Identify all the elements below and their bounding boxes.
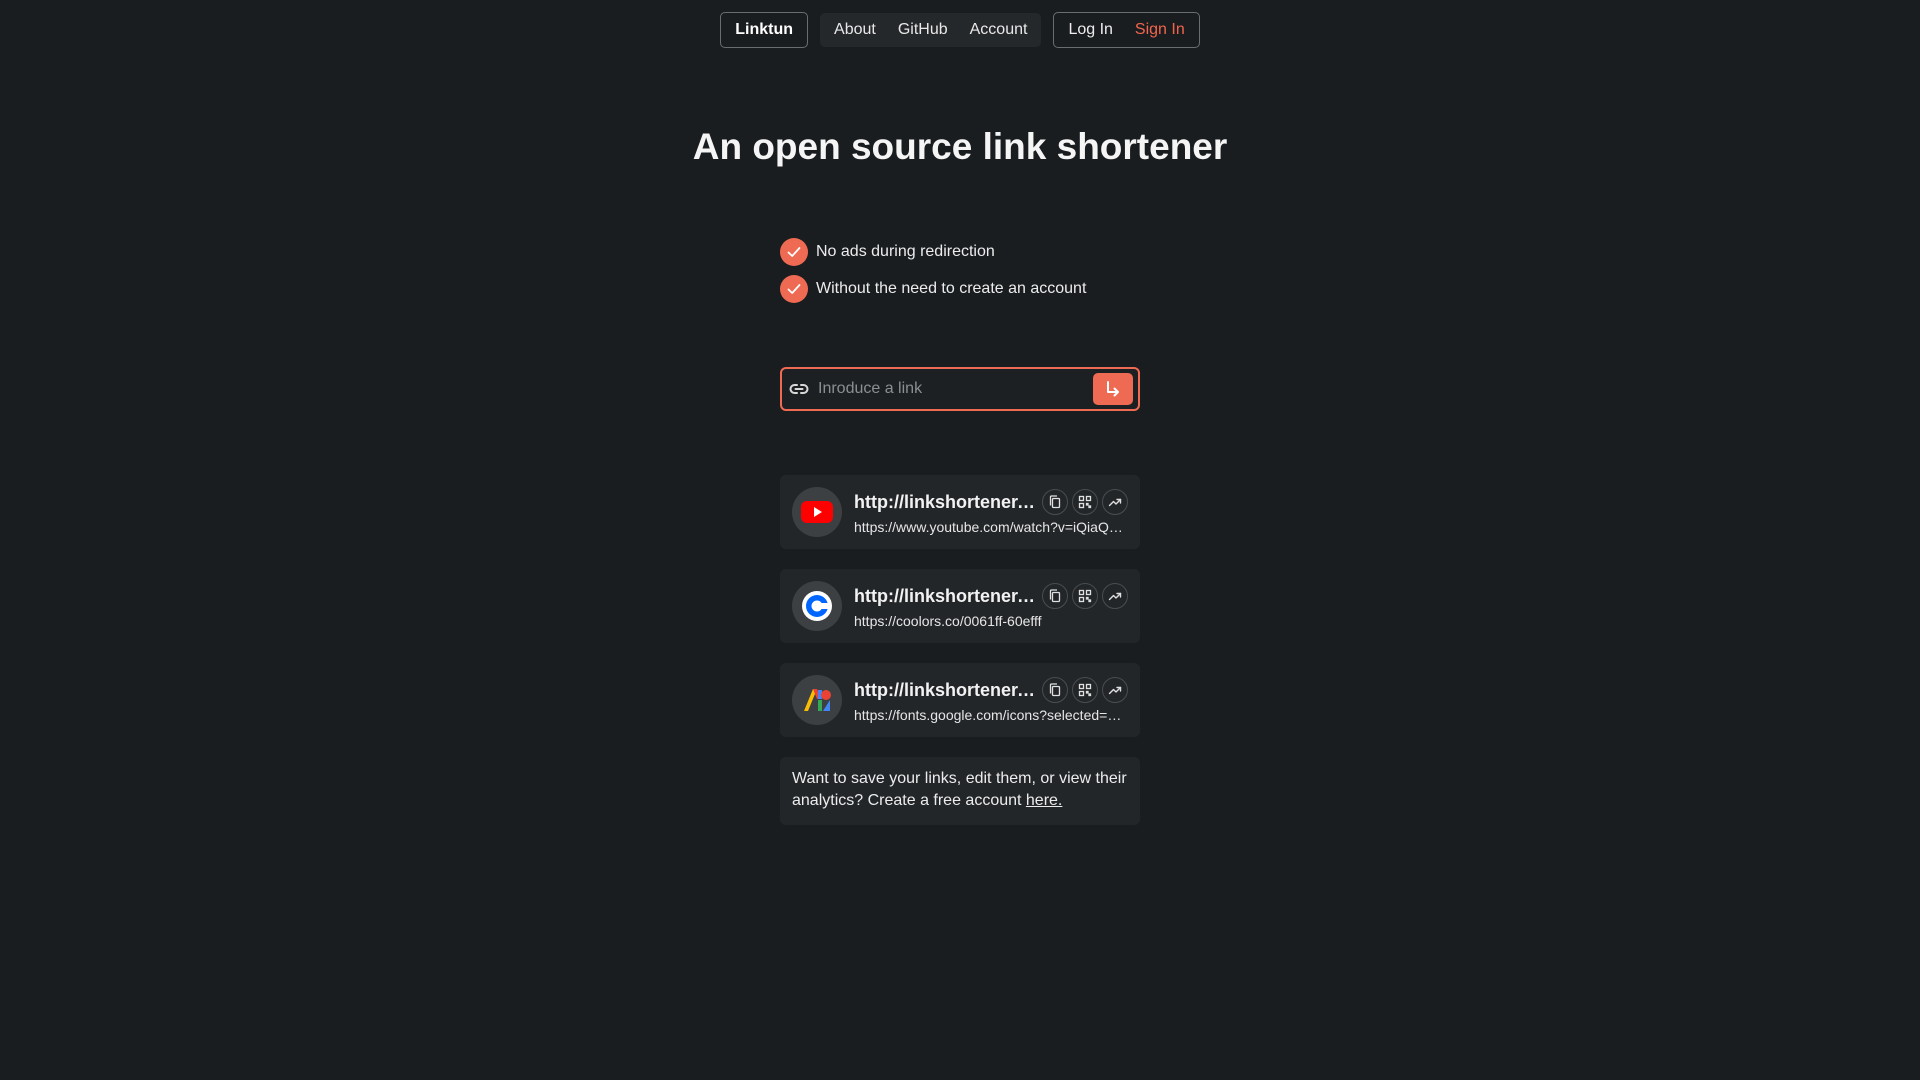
qr-code-button[interactable] xyxy=(1072,583,1098,609)
copy-icon xyxy=(1049,683,1061,697)
google-fonts-icon xyxy=(792,675,842,725)
link-card-body: http://linkshortener.app/ghi https://fon… xyxy=(854,677,1128,723)
link-card-body: http://linkshortener.app/def https://coo… xyxy=(854,583,1128,629)
copy-button[interactable] xyxy=(1042,489,1068,515)
original-link[interactable]: https://www.youtube.com/watch?v=iQiaQsDo… xyxy=(854,519,1128,535)
feature-text: Without the need to create an account xyxy=(816,280,1087,297)
qr-code-button[interactable] xyxy=(1072,489,1098,515)
coolors-icon xyxy=(792,581,842,631)
qr-code-icon xyxy=(1078,683,1092,697)
signin-link[interactable]: Sign In xyxy=(1135,21,1185,39)
nav-github-link[interactable]: GitHub xyxy=(898,21,948,39)
check-icon xyxy=(780,275,808,303)
analytics-button[interactable] xyxy=(1102,677,1128,703)
nav-about-link[interactable]: About xyxy=(834,21,876,39)
shorten-button[interactable] xyxy=(1093,373,1133,405)
return-arrow-icon xyxy=(1107,381,1119,397)
link-input[interactable] xyxy=(810,369,1093,409)
link-card: http://linkshortener.app/abc https://www… xyxy=(780,475,1140,549)
copy-icon xyxy=(1049,495,1061,509)
link-list: http://linkshortener.app/abc https://www… xyxy=(780,475,1140,737)
original-link[interactable]: https://coolors.co/0061ff-60efff xyxy=(854,613,1128,629)
trending-up-icon xyxy=(1108,498,1122,507)
feature-item: Without the need to create an account xyxy=(780,275,1086,303)
short-link[interactable]: http://linkshortener.app/ghi xyxy=(854,680,1038,701)
link-card-header: http://linkshortener.app/ghi xyxy=(854,677,1128,703)
link-icon xyxy=(788,378,810,400)
qr-code-icon xyxy=(1078,495,1092,509)
link-card-header: http://linkshortener.app/def xyxy=(854,583,1128,609)
copy-icon xyxy=(1049,589,1061,603)
link-card: http://linkshortener.app/ghi https://fon… xyxy=(780,663,1140,737)
nav-links: About GitHub Account xyxy=(820,13,1042,47)
feature-text: No ads during redirection xyxy=(816,243,995,260)
check-icon xyxy=(780,238,808,266)
cta-text: Want to save your links, edit them, or v… xyxy=(792,770,1127,809)
cta-signup-link[interactable]: here. xyxy=(1026,792,1062,809)
top-nav: Linktun About GitHub Account Log In Sign… xyxy=(0,12,1920,48)
link-card: http://linkshortener.app/def https://coo… xyxy=(780,569,1140,643)
qr-code-button[interactable] xyxy=(1072,677,1098,703)
youtube-icon xyxy=(792,487,842,537)
feature-item: No ads during redirection xyxy=(780,238,1086,266)
link-card-body: http://linkshortener.app/abc https://www… xyxy=(854,489,1128,535)
copy-button[interactable] xyxy=(1042,583,1068,609)
link-input-box xyxy=(780,367,1140,411)
link-card-header: http://linkshortener.app/abc xyxy=(854,489,1128,515)
page: Linktun About GitHub Account Log In Sign… xyxy=(0,0,1920,1080)
page-title: An open source link shortener xyxy=(692,126,1228,167)
short-link[interactable]: http://linkshortener.app/abc xyxy=(854,492,1038,513)
feature-list: No ads during redirection Without the ne… xyxy=(780,238,1086,303)
qr-code-icon xyxy=(1078,589,1092,603)
original-link[interactable]: https://fonts.google.com/icons?selected=… xyxy=(854,707,1128,723)
copy-button[interactable] xyxy=(1042,677,1068,703)
signup-cta: Want to save your links, edit them, or v… xyxy=(780,757,1140,825)
analytics-button[interactable] xyxy=(1102,583,1128,609)
trending-up-icon xyxy=(1108,686,1122,695)
trending-up-icon xyxy=(1108,592,1122,601)
analytics-button[interactable] xyxy=(1102,489,1128,515)
short-link[interactable]: http://linkshortener.app/def xyxy=(854,586,1038,607)
nav-account-link[interactable]: Account xyxy=(970,21,1028,39)
login-link[interactable]: Log In xyxy=(1068,21,1112,39)
brand-logo[interactable]: Linktun xyxy=(720,12,809,48)
auth-group: Log In Sign In xyxy=(1053,12,1200,48)
